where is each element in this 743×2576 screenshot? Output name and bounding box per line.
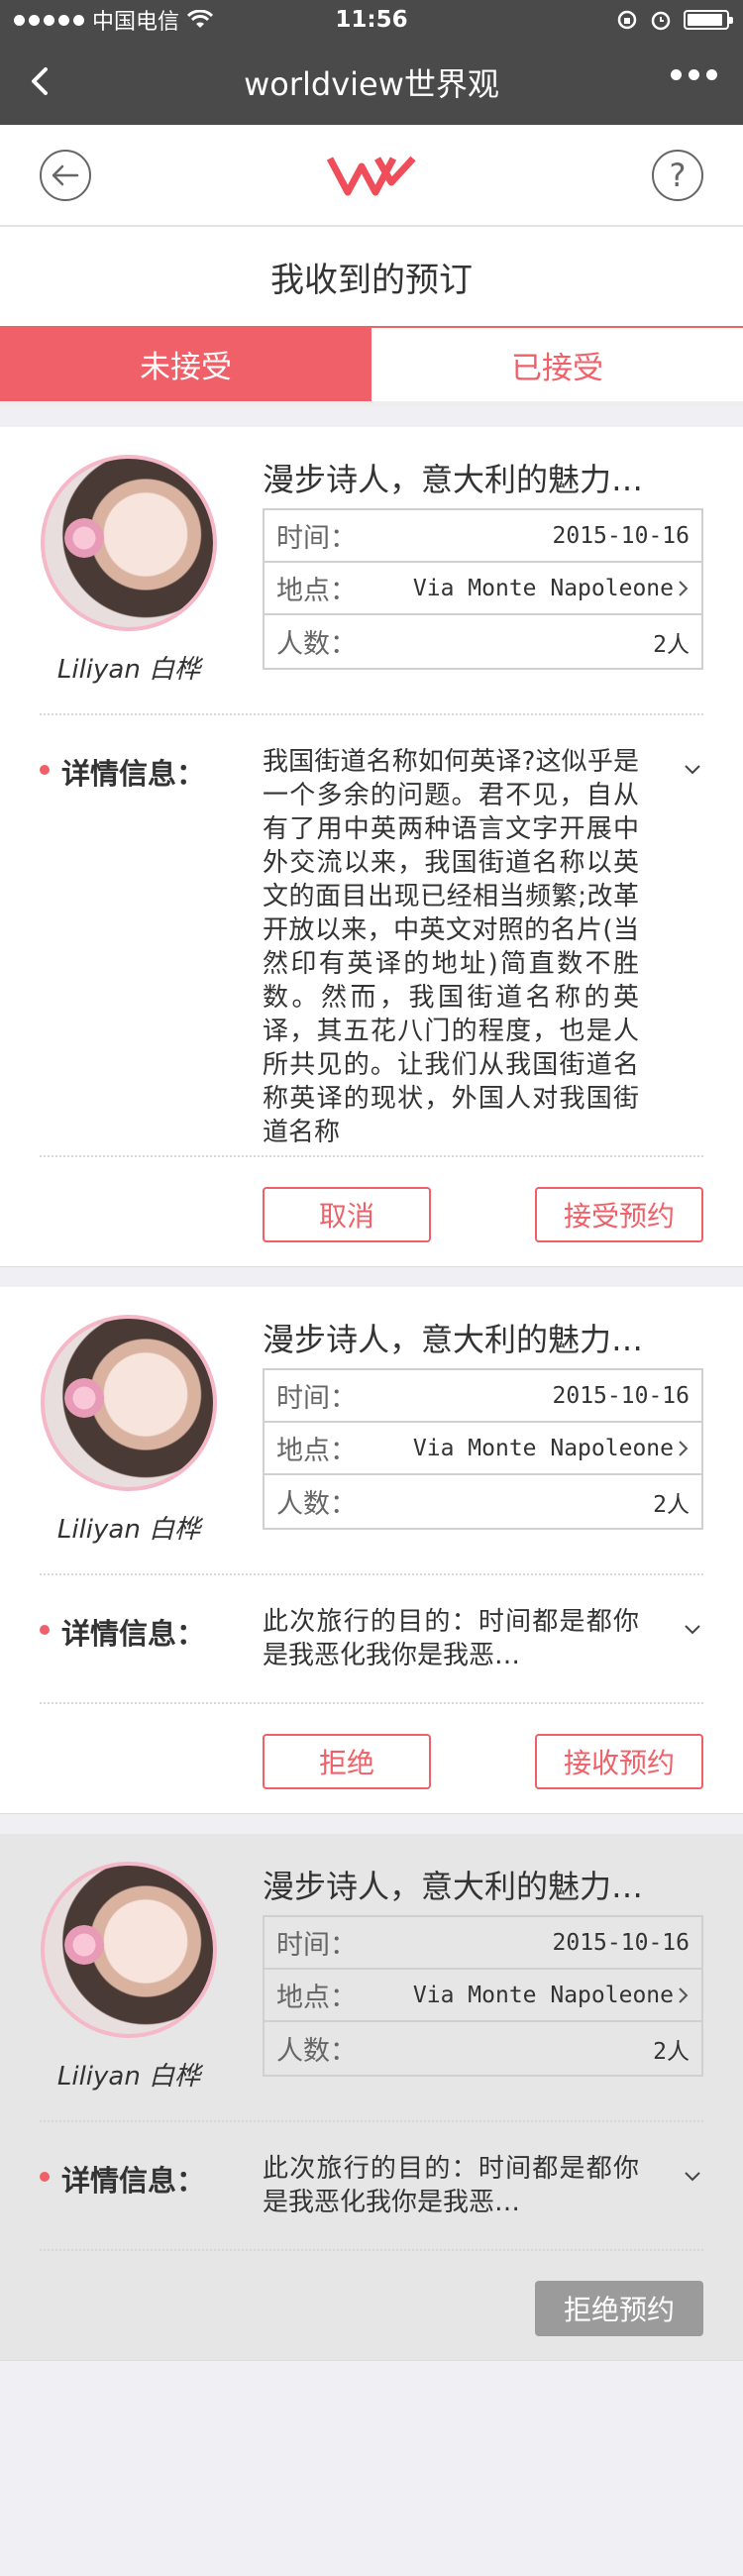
trip-info-table: 时间： 2015-10-16 地点： Via Monte Napoleone 人数：… bbox=[263, 1368, 703, 1530]
nav-bar: worldview世界观 bbox=[0, 40, 743, 125]
carrier-label: 中国电信 bbox=[92, 10, 180, 35]
place-row[interactable]: 地点： Via Monte Napoleone bbox=[265, 563, 701, 615]
user-profile: Liliyan 白桦 bbox=[40, 1315, 218, 1546]
place-value: Via Monte Napoleone bbox=[412, 1982, 674, 2008]
booking-card: Liliyan 白桦 漫步诗人，意大利的魅力… 时间： 2015-10-16 地点… bbox=[0, 1834, 743, 2361]
booking-card: Liliyan 白桦 漫步诗人，意大利的魅力… 时间： 2015-10-16 地点… bbox=[0, 427, 743, 1267]
back-icon[interactable] bbox=[22, 61, 61, 101]
time-row: 时间： 2015-10-16 bbox=[265, 1370, 701, 1423]
back-circle-icon[interactable] bbox=[40, 149, 91, 201]
time-label: 时间： bbox=[276, 1383, 357, 1414]
detail-section: 详情信息： 此次旅行的目的：时间都是都你是我恶化我你是我恶… bbox=[40, 2122, 703, 2219]
trip-info-table: 时间： 2015-10-16 地点： Via Monte Napoleone 人数：… bbox=[263, 508, 703, 670]
time-value: 2015-10-16 bbox=[552, 1382, 690, 1409]
avatar[interactable] bbox=[41, 1315, 217, 1491]
signal-icon bbox=[14, 14, 84, 26]
people-value: 2人 bbox=[653, 1491, 690, 1518]
battery-icon bbox=[684, 10, 733, 30]
username: Liliyan 白桦 bbox=[56, 655, 201, 685]
trip-title[interactable]: 漫步诗人，意大利的魅力… bbox=[263, 1315, 703, 1364]
detail-section: 详情信息： 此次旅行的目的：时间都是都你是我恶化我你是我恶… bbox=[40, 1575, 703, 1672]
app-header: ? bbox=[0, 125, 743, 227]
people-row: 人数： 2人 bbox=[265, 2022, 701, 2075]
people-label: 人数： bbox=[276, 2036, 357, 2067]
username: Liliyan 白桦 bbox=[56, 1515, 201, 1545]
accept-booking-button[interactable]: 接受预约 bbox=[535, 1187, 703, 1242]
bullet-icon bbox=[40, 1625, 50, 1635]
tab-accepted[interactable]: 已接受 bbox=[372, 326, 743, 401]
reject-booking-button[interactable]: 拒绝预约 bbox=[535, 2281, 703, 2336]
place-value: Via Monte Napoleone bbox=[412, 1435, 674, 1461]
receive-booking-button[interactable]: 接收预约 bbox=[535, 1734, 703, 1789]
detail-label: 详情信息： bbox=[40, 2152, 263, 2219]
nav-title: worldview世界观 bbox=[244, 65, 499, 103]
detail-label: 详情信息： bbox=[40, 745, 263, 1149]
time-label: 时间： bbox=[276, 1930, 357, 1961]
bullet-icon bbox=[40, 2172, 50, 2182]
avatar[interactable] bbox=[41, 455, 217, 631]
user-profile: Liliyan 白桦 bbox=[40, 455, 218, 686]
trip-title[interactable]: 漫步诗人，意大利的魅力… bbox=[263, 455, 703, 504]
detail-text: 此次旅行的目的：时间都是都你是我恶化我你是我恶… bbox=[263, 1607, 639, 1670]
detail-text: 我国街道名称如何英译?这似乎是一个多余的问题。君不见，自从有了用中英两种语言文字… bbox=[263, 747, 639, 1147]
trip-info-table: 时间： 2015-10-16 地点： Via Monte Napoleone 人数：… bbox=[263, 1915, 703, 2077]
time-row: 时间： 2015-10-16 bbox=[265, 1917, 701, 1970]
time-row: 时间： 2015-10-16 bbox=[265, 510, 701, 563]
people-label: 人数： bbox=[276, 629, 357, 660]
booking-card: Liliyan 白桦 漫步诗人，意大利的魅力… 时间： 2015-10-16 地点… bbox=[0, 1287, 743, 1814]
people-label: 人数： bbox=[276, 1489, 357, 1520]
status-bar: 中国电信 11:56 bbox=[0, 0, 743, 40]
wifi-icon bbox=[187, 10, 214, 28]
help-icon[interactable]: ? bbox=[652, 149, 703, 201]
tab-unaccepted[interactable]: 未接受 bbox=[0, 326, 372, 401]
username: Liliyan 白桦 bbox=[56, 2062, 201, 2092]
detail-label: 详情信息： bbox=[40, 1605, 263, 1672]
place-label: 地点： bbox=[276, 1436, 357, 1466]
more-icon[interactable] bbox=[671, 69, 717, 80]
people-row: 人数： 2人 bbox=[265, 615, 701, 668]
page-title: 我收到的预订 bbox=[0, 227, 743, 326]
detail-text: 此次旅行的目的：时间都是都你是我恶化我你是我恶… bbox=[263, 2154, 639, 2217]
alarm-icon bbox=[651, 11, 671, 31]
cancel-button[interactable]: 取消 bbox=[263, 1187, 431, 1242]
place-row[interactable]: 地点： Via Monte Napoleone bbox=[265, 1970, 701, 2022]
time-value: 2015-10-16 bbox=[552, 1929, 690, 1956]
chevron-down-icon[interactable] bbox=[682, 759, 703, 781]
chevron-right-icon bbox=[679, 1986, 689, 2003]
top-bar: 中国电信 11:56 worldview世界观 bbox=[0, 0, 743, 125]
bullet-icon bbox=[40, 765, 50, 775]
detail-section: 详情信息： 我国街道名称如何英译?这似乎是一个多余的问题。君不见，自从有了用中英… bbox=[40, 715, 703, 1149]
chevron-down-icon[interactable] bbox=[682, 2166, 703, 2188]
trip-title[interactable]: 漫步诗人，意大利的魅力… bbox=[263, 1862, 703, 1911]
chevron-down-icon[interactable] bbox=[682, 1619, 703, 1641]
user-profile: Liliyan 白桦 bbox=[40, 1862, 218, 2093]
tab-bar: 未接受 已接受 bbox=[0, 326, 743, 407]
people-value: 2人 bbox=[653, 2038, 690, 2065]
worldview-logo-icon bbox=[326, 156, 416, 195]
rotation-lock-icon bbox=[617, 10, 637, 30]
place-label: 地点： bbox=[276, 576, 357, 606]
time-value: 2015-10-16 bbox=[552, 522, 690, 549]
place-row[interactable]: 地点： Via Monte Napoleone bbox=[265, 1423, 701, 1475]
time-label: 时间： bbox=[276, 523, 357, 554]
reject-button[interactable]: 拒绝 bbox=[263, 1734, 431, 1789]
people-row: 人数： 2人 bbox=[265, 1475, 701, 1528]
place-label: 地点： bbox=[276, 1983, 357, 2013]
people-value: 2人 bbox=[653, 631, 690, 658]
chevron-right-icon bbox=[679, 580, 689, 596]
chevron-right-icon bbox=[679, 1440, 689, 1456]
place-value: Via Monte Napoleone bbox=[412, 575, 674, 601]
avatar[interactable] bbox=[41, 1862, 217, 2038]
